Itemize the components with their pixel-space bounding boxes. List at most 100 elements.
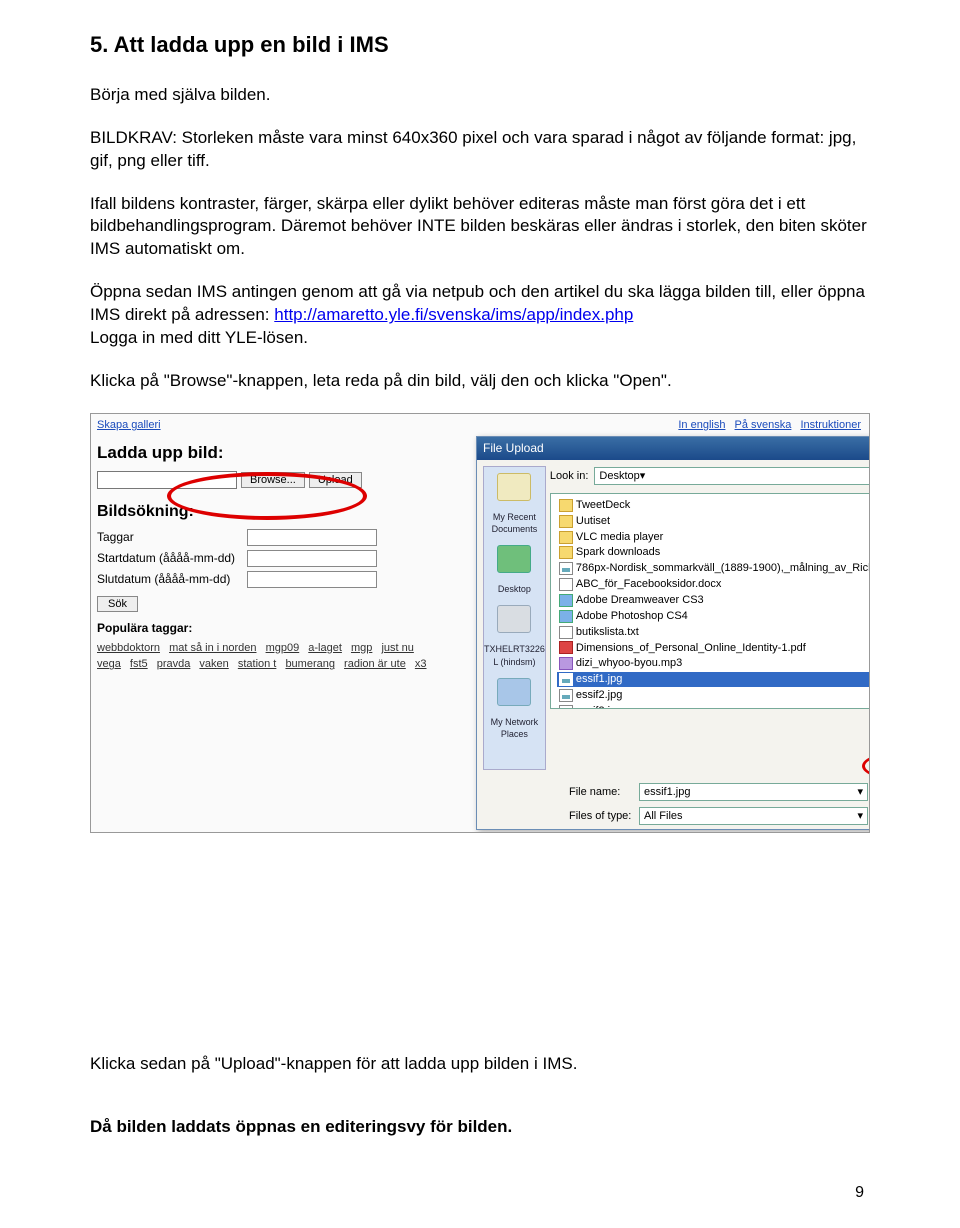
dialog-main: Look in: Desktop ▾ TweetDeckUutisetVLC m… bbox=[546, 466, 870, 770]
tag[interactable]: x3 bbox=[415, 658, 427, 670]
taggar-input[interactable] bbox=[247, 529, 377, 546]
app-icon bbox=[559, 610, 573, 623]
file-row[interactable]: Dimensions_of_Personal_Online_Identity-1… bbox=[557, 641, 870, 656]
network-places-icon[interactable] bbox=[497, 678, 531, 706]
sidebar-item-label[interactable]: TXHELRT3226 L (hindsm) bbox=[484, 643, 545, 667]
paragraph-2: BILDKRAV: Storleken måste vara minst 640… bbox=[90, 127, 870, 173]
tag[interactable]: mgp09 bbox=[266, 642, 300, 654]
tag[interactable]: just nu bbox=[381, 642, 413, 654]
file-name: butikslista.txt bbox=[576, 625, 639, 640]
tag[interactable]: station t bbox=[238, 658, 277, 670]
files-of-type-label: Files of type: bbox=[569, 809, 639, 824]
chevron-down-icon: ▾ bbox=[857, 785, 863, 800]
tag[interactable]: mgp bbox=[351, 642, 372, 654]
sidebar-item-label[interactable]: Desktop bbox=[498, 583, 531, 595]
app-icon bbox=[559, 594, 573, 607]
file-name: Spark downloads bbox=[576, 545, 660, 560]
file-row[interactable]: VLC media player bbox=[557, 530, 870, 545]
pdf-icon bbox=[559, 641, 573, 654]
paragraph-7: Då bilden laddats öppnas en editeringsvy… bbox=[90, 1116, 870, 1139]
tag[interactable]: a-laget bbox=[308, 642, 342, 654]
dialog-titlebar[interactable]: File Upload ? × bbox=[477, 437, 870, 460]
section-number: 5. bbox=[90, 32, 108, 57]
file-name: TweetDeck bbox=[576, 498, 630, 513]
paragraph-4b: Logga in med ditt YLE-lösen. bbox=[90, 328, 308, 347]
folder-icon bbox=[559, 515, 573, 528]
tag[interactable]: mat så in i norden bbox=[169, 642, 256, 654]
ims-screenshot: Skapa galleri In english På svenska Inst… bbox=[90, 413, 870, 833]
tag[interactable]: radion är ute bbox=[344, 658, 406, 670]
section-title-text: Att ladda upp en bild i IMS bbox=[114, 32, 389, 57]
file-listing[interactable]: TweetDeckUutisetVLC media playerSpark do… bbox=[550, 493, 870, 709]
taggar-label: Taggar bbox=[97, 529, 247, 545]
folder-icon bbox=[559, 546, 573, 559]
upload-controls: Browse... Upload bbox=[97, 471, 467, 489]
sidebar-item-label[interactable]: My Recent Documents bbox=[484, 511, 545, 535]
file-name: Dimensions_of_Personal_Online_Identity-1… bbox=[576, 641, 806, 656]
startdatum-input[interactable] bbox=[247, 550, 377, 567]
browse-button[interactable]: Browse... bbox=[241, 472, 305, 488]
file-row[interactable]: essif2.jpg bbox=[557, 688, 870, 703]
file-row[interactable]: Adobe Dreamweaver CS3 bbox=[557, 593, 870, 608]
dialog-footer: File name: essif1.jpg ▾ Open Files of ty… bbox=[477, 776, 870, 833]
file-row[interactable]: essif1.jpg bbox=[557, 672, 870, 687]
file-row[interactable]: butikslista.txt bbox=[557, 625, 870, 640]
skapa-galleri-link[interactable]: Skapa galleri bbox=[97, 418, 161, 433]
mp3-icon bbox=[559, 657, 573, 670]
look-in-select[interactable]: Desktop ▾ bbox=[594, 467, 870, 485]
upload-path-input[interactable] bbox=[97, 471, 237, 489]
look-in-row: Look in: Desktop ▾ bbox=[550, 466, 870, 487]
tag[interactable]: pravda bbox=[157, 658, 191, 670]
paragraph-3: Ifall bildens kontraster, färger, skärpa… bbox=[90, 193, 870, 262]
paragraph-4: Öppna sedan IMS antingen genom att gå vi… bbox=[90, 281, 870, 350]
computer-icon[interactable] bbox=[497, 605, 531, 633]
recent-docs-icon[interactable] bbox=[497, 473, 531, 501]
bildsokning-heading: Bildsökning: bbox=[97, 501, 467, 523]
slutdatum-input[interactable] bbox=[247, 571, 377, 588]
file-row[interactable]: 786px-Nordisk_sommarkväll_(1889-1900),_m… bbox=[557, 561, 870, 576]
file-name: VLC media player bbox=[576, 530, 663, 545]
lang-english[interactable]: In english bbox=[678, 419, 725, 431]
ims-url-link[interactable]: http://amaretto.yle.fi/svenska/ims/app/i… bbox=[274, 305, 633, 324]
tag[interactable]: webbdoktorn bbox=[97, 642, 160, 654]
paragraph-5: Klicka på "Browse"-knappen, leta reda på… bbox=[90, 370, 870, 393]
tag[interactable]: vaken bbox=[199, 658, 228, 670]
ims-left-pane: Ladda upp bild: Browse... Upload Bildsök… bbox=[97, 442, 467, 673]
file-row[interactable]: dizi_whyoo-byou.mp3 bbox=[557, 656, 870, 671]
section-heading: 5. Att ladda upp en bild i IMS bbox=[90, 30, 870, 60]
upload-button[interactable]: Upload bbox=[309, 472, 362, 488]
file-name: Adobe Dreamweaver CS3 bbox=[576, 593, 704, 608]
startdatum-row: Startdatum (åååå-mm-dd) bbox=[97, 550, 467, 567]
dialog-title-text: File Upload bbox=[483, 440, 544, 456]
sidebar-item-label[interactable]: My Network Places bbox=[484, 716, 545, 740]
tag[interactable]: vega bbox=[97, 658, 121, 670]
lang-instructions[interactable]: Instruktioner bbox=[800, 419, 861, 431]
file-row[interactable]: ABC_för_Facebooksidor.docx bbox=[557, 577, 870, 592]
file-name-value: essif1.jpg bbox=[644, 785, 690, 800]
sok-button[interactable]: Sök bbox=[97, 596, 138, 612]
file-row[interactable]: TweetDeck bbox=[557, 498, 870, 513]
paragraph-6: Klicka sedan på "Upload"-knappen för att… bbox=[90, 1053, 870, 1076]
slutdatum-label: Slutdatum (åååå-mm-dd) bbox=[97, 571, 247, 587]
chevron-down-icon: ▾ bbox=[857, 809, 863, 824]
tag[interactable]: fst5 bbox=[130, 658, 148, 670]
lang-swedish[interactable]: På svenska bbox=[735, 419, 792, 431]
folder-icon bbox=[559, 499, 573, 512]
txt-icon bbox=[559, 578, 573, 591]
startdatum-label: Startdatum (åååå-mm-dd) bbox=[97, 550, 247, 566]
file-name: ABC_för_Facebooksidor.docx bbox=[576, 577, 722, 592]
file-row[interactable]: Uutiset bbox=[557, 514, 870, 529]
folder-icon bbox=[559, 531, 573, 544]
paragraph-1: Börja med själva bilden. bbox=[90, 84, 870, 107]
jpg-icon bbox=[559, 673, 573, 686]
file-row[interactable]: essif3.jpg bbox=[557, 704, 870, 709]
taggar-row: Taggar bbox=[97, 529, 467, 546]
file-name-combo[interactable]: essif1.jpg ▾ bbox=[639, 783, 868, 801]
files-of-type-combo[interactable]: All Files ▾ bbox=[639, 807, 868, 825]
top-language-links: In english På svenska Instruktioner bbox=[672, 418, 861, 433]
file-row[interactable]: Adobe Photoshop CS4 bbox=[557, 609, 870, 624]
tag[interactable]: bumerang bbox=[285, 658, 335, 670]
file-row[interactable]: Spark downloads bbox=[557, 545, 870, 560]
popular-tags: webbdoktorn mat så in i norden mgp09 a-l… bbox=[97, 640, 467, 673]
desktop-icon[interactable] bbox=[497, 545, 531, 573]
